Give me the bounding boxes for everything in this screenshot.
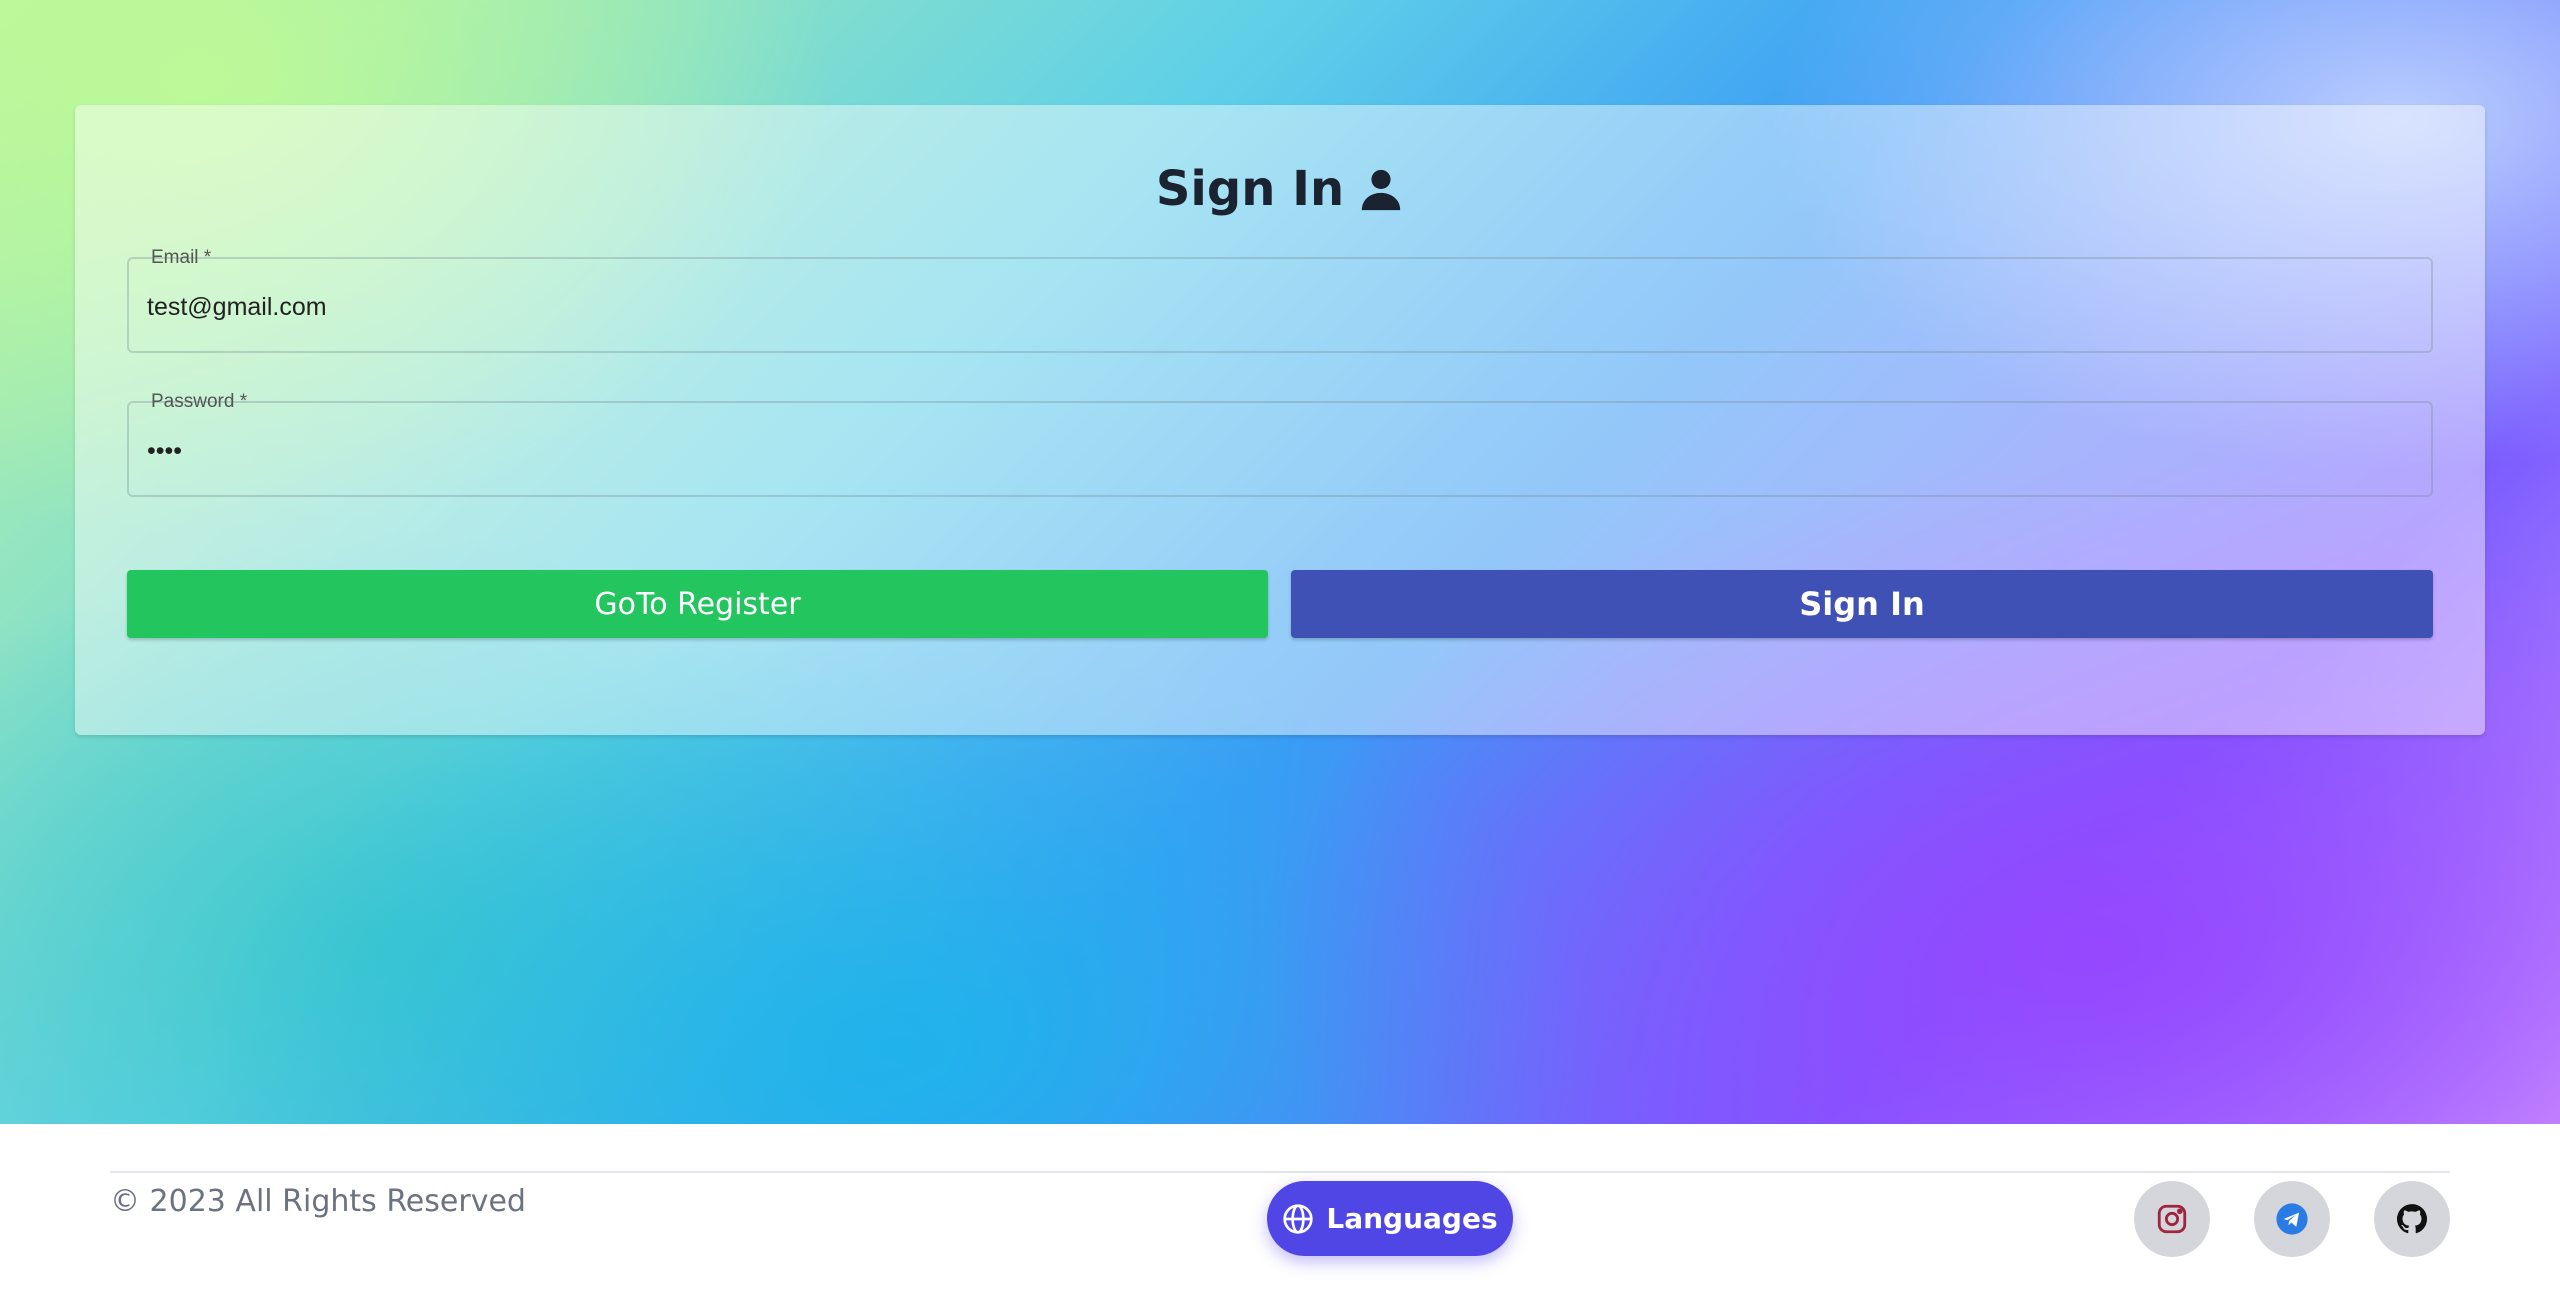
github-icon: [2396, 1204, 2428, 1234]
gradient-background: Sign In Email * Password * GoTo Register…: [0, 0, 2560, 1124]
goto-register-button[interactable]: GoTo Register: [127, 570, 1268, 638]
languages-label: Languages: [1326, 1202, 1498, 1235]
email-input[interactable]: [147, 293, 2413, 322]
password-field: Password *: [127, 391, 2433, 497]
password-label: Password *: [151, 391, 248, 412]
page-title: Sign In: [75, 161, 2485, 217]
github-link[interactable]: [2374, 1181, 2450, 1257]
signin-button[interactable]: Sign In: [1291, 570, 2433, 638]
footer-divider: [110, 1171, 2450, 1173]
password-input[interactable]: [147, 437, 2413, 466]
title-text: Sign In: [1155, 161, 1345, 217]
instagram-icon: [2157, 1204, 2187, 1234]
email-field: Email *: [127, 247, 2433, 353]
languages-button[interactable]: Languages: [1267, 1181, 1513, 1256]
user-icon: [1361, 169, 1401, 211]
signin-card: Sign In Email * Password * GoTo Register…: [75, 105, 2485, 735]
copyright-text: © 2023 All Rights Reserved: [110, 1184, 526, 1219]
telegram-icon: [2276, 1203, 2308, 1235]
email-label: Email *: [151, 247, 212, 268]
telegram-link[interactable]: [2254, 1181, 2330, 1257]
instagram-link[interactable]: [2134, 1181, 2210, 1257]
globe-icon: [1283, 1203, 1314, 1234]
